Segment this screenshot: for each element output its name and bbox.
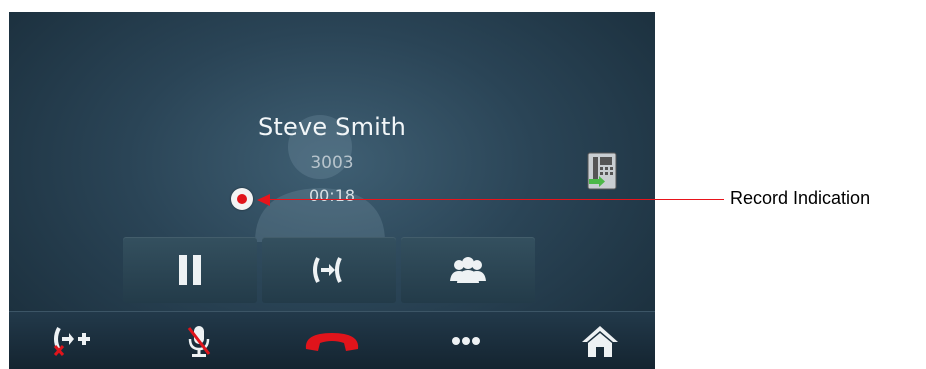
annotation-label: Record Indication: [730, 188, 871, 208]
home-icon: [582, 326, 618, 357]
hold-button[interactable]: [123, 237, 257, 303]
mute-button[interactable]: [159, 312, 239, 369]
more-options-button[interactable]: [426, 312, 506, 369]
phone-screen: Steve Smith 3003 00:18: [9, 12, 655, 369]
swap-call-button[interactable]: [262, 237, 396, 303]
end-call-button[interactable]: [292, 312, 372, 369]
more-icon: [452, 337, 480, 345]
call-swap-icon: [313, 257, 342, 283]
home-button[interactable]: [560, 312, 640, 369]
record-indicator-icon: [231, 188, 253, 210]
pause-icon: [179, 255, 201, 285]
conference-button[interactable]: [401, 237, 535, 303]
caller-name: Steve Smith: [257, 113, 407, 141]
transfer-to-device-icon[interactable]: [587, 152, 617, 190]
bottom-toolbar: [9, 311, 655, 369]
annotation-arrow-line: [266, 199, 724, 200]
transfer-button[interactable]: [32, 312, 112, 369]
hang-up-icon: [305, 333, 359, 351]
call-timer: 00:18: [308, 186, 356, 205]
caller-number: 3003: [310, 153, 354, 173]
annotation-arrow-head: [257, 194, 270, 206]
mic-muted-icon: [187, 326, 211, 357]
conference-icon: [450, 257, 486, 283]
transfer-add-icon: [53, 327, 90, 356]
